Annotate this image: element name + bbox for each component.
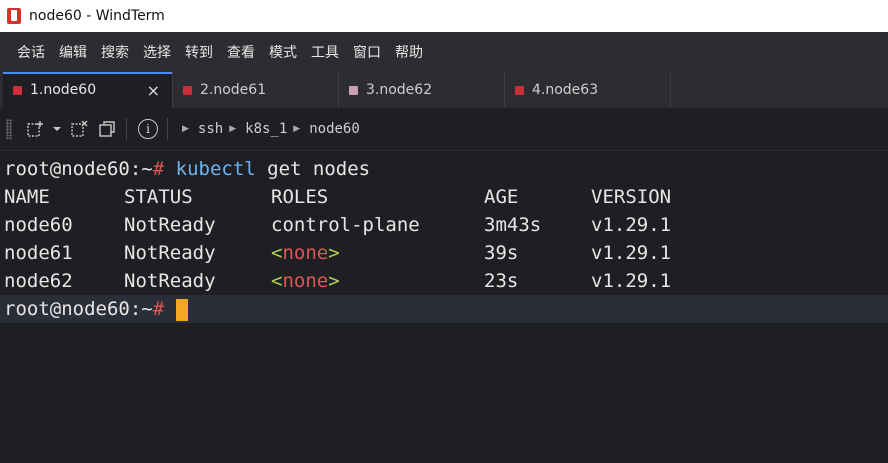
node-version: v1.29.1 [591,214,672,236]
menu-edit[interactable]: 编辑 [59,42,87,62]
tab-marker-icon [515,85,524,95]
node-name: node61 [4,242,73,264]
menu-help[interactable]: 帮助 [395,42,423,62]
table-row: node62 NotReady <none> 23s v1.29.1 [0,267,888,295]
tab-marker-icon [13,85,22,95]
info-icon[interactable]: i [135,116,161,142]
tab-label: 1.node60 [30,82,97,98]
menu-bar: 会话 编辑 搜索 选择 转到 查看 模式 工具 窗口 帮助 [0,32,888,72]
tab-node60[interactable]: 1.node60 × [3,72,173,108]
terminal-output[interactable]: root@node60:~# kubectl get nodes NAME ST… [0,155,888,365]
prompt-user: root@node60:~ [4,158,153,180]
header-age: AGE [484,186,519,208]
command-args: get nodes [267,158,371,180]
node-age: 39s [484,242,519,264]
terminal-cursor [176,298,189,321]
header-version: VERSION [591,186,672,208]
tab-node62[interactable]: 3.node62 [339,72,505,108]
menu-tools[interactable]: 工具 [311,42,339,62]
active-prompt-line[interactable]: root@node60:~# [0,295,888,323]
menu-window[interactable]: 窗口 [353,42,381,62]
prompt-hash: # [152,158,165,180]
tab-label: 2.node61 [200,82,267,98]
node-roles: <none> [271,270,340,292]
node-version: v1.29.1 [591,270,672,292]
breadcrumb-node60[interactable]: node60 [309,121,360,137]
breadcrumb-arrow-icon: ▶ [182,124,189,134]
table-header: NAME STATUS ROLES AGE VERSION [0,183,888,211]
node-roles: control-plane [271,214,420,236]
duplicate-session-icon[interactable] [94,116,120,142]
menu-session[interactable]: 会话 [17,42,45,62]
session-toolbar: i ▶ ssh ▶ k8s_1 ▶ node60 [0,108,888,151]
node-status: NotReady [124,214,216,236]
table-row: node61 NotReady <none> 39s v1.29.1 [0,239,888,267]
breadcrumb-ssh[interactable]: ssh [198,121,223,137]
prompt-hash: # [152,298,165,320]
tab-marker-icon [183,85,192,95]
node-version: v1.29.1 [591,242,672,264]
tab-node63[interactable]: 4.node63 [505,72,671,108]
header-name: NAME [4,186,50,208]
close-icon[interactable]: × [147,81,160,100]
tab-bar: 1.node60 × 2.node61 3.node62 4.node63 [0,72,888,108]
node-age: 23s [484,270,519,292]
new-session-icon[interactable] [22,116,48,142]
menu-select[interactable]: 选择 [143,42,171,62]
chevron-down-icon[interactable] [50,116,64,142]
node-status: NotReady [124,270,216,292]
menu-search[interactable]: 搜索 [101,42,129,62]
command-line: root@node60:~# kubectl get nodes [0,155,888,183]
menu-goto[interactable]: 转到 [185,42,213,62]
node-status: NotReady [124,242,216,264]
table-row: node60 NotReady control-plane 3m43s v1.2… [0,211,888,239]
toolbar-divider [126,118,127,140]
menu-view[interactable]: 查看 [227,42,255,62]
tab-label: 4.node63 [532,82,599,98]
tab-marker-icon [349,85,358,95]
command-name: kubectl [175,158,256,180]
node-age: 3m43s [484,214,542,236]
windterm-app-icon [7,8,21,24]
node-roles: <none> [271,242,340,264]
close-session-icon[interactable] [66,116,92,142]
tab-label: 3.node62 [366,82,433,98]
node-name: node62 [4,270,73,292]
breadcrumb-arrow-icon: ▶ [293,124,301,134]
breadcrumb-arrow-icon: ▶ [229,124,237,134]
title-bar: node60 - WindTerm [0,0,888,32]
toolbar-grip-icon[interactable] [6,119,12,139]
tab-node61[interactable]: 2.node61 [173,72,339,108]
node-name: node60 [4,214,73,236]
menu-mode[interactable]: 模式 [269,42,297,62]
breadcrumb-k8s[interactable]: k8s_1 [245,121,287,137]
header-status: STATUS [124,186,193,208]
header-roles: ROLES [271,186,329,208]
toolbar-divider [167,118,168,140]
window-title: node60 - WindTerm [29,8,165,24]
prompt-user: root@node60:~ [4,298,153,320]
